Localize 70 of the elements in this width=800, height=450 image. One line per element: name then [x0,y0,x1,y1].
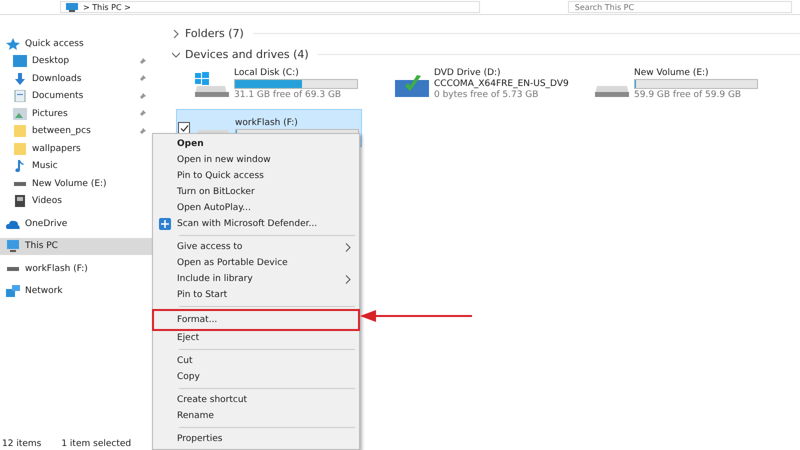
drive-name: DVD Drive (D:) [434,68,502,78]
address-bar[interactable]: > This PC > [60,1,480,13]
menu-item[interactable]: Properties [153,431,359,447]
sidebar-item[interactable]: Documents [0,88,152,105]
sidebar-item[interactable]: Desktop [0,52,152,70]
sidebar-item[interactable]: Videos [0,192,152,210]
menu-item[interactable]: Give access to [153,239,359,255]
drive-icon [14,182,26,186]
menu-item[interactable]: Open AutoPlay... [153,200,359,216]
star-icon [6,38,20,50]
menu-item[interactable]: Format... [153,310,359,330]
item-count: 12 items [2,439,42,449]
disc-label: CCCOMA_X64FRE_EN-US_DV9 [434,79,569,89]
drive-space: 59.9 GB free of 59.9 GB [634,90,742,100]
menu-item[interactable]: Rename [153,408,359,424]
sidebar-item[interactable]: Downloads [0,70,152,88]
pin-icon[interactable] [138,58,146,66]
chevron-right-icon[interactable] [172,30,180,38]
video-icon [13,195,27,208]
group-header[interactable]: Folders (7) [185,27,244,40]
drive-tile[interactable]: New Volume (E:) 59.9 GB free of 59.9 GB [576,65,760,103]
pc-icon [6,240,20,252]
pin-icon[interactable] [138,110,146,118]
sidebar-item[interactable]: workFlash (F:) [0,260,152,278]
checkbox[interactable] [178,122,190,134]
sidebar-item[interactable]: New Volume (E:) [0,175,152,192]
drive-space: 0 bytes free of 5.73 GB [434,90,540,100]
group-header[interactable]: Devices and drives (4) [185,48,309,61]
drive-tile[interactable]: DVD Drive (D:) CCCOMA_X64FRE_EN-US_DV9 0 bytes free of 5.73 GB [376,65,571,103]
pc-icon [65,2,79,12]
menu-item[interactable]: Eject [153,330,359,346]
menu-item[interactable]: Open in new window [153,152,359,168]
drive-icon [7,266,19,271]
chevron-down-icon[interactable] [172,50,180,58]
drive-icon [595,86,629,97]
sidebar-item[interactable]: Music [0,158,152,175]
menu-item[interactable]: Scan with Microsoft Defender... [153,216,359,232]
menu-item[interactable]: Include in library [153,271,359,287]
sidebar-item[interactable]: wallpapers [0,140,152,158]
breadcrumb[interactable]: > This PC > [83,2,131,12]
menu-item[interactable]: Cut [153,353,359,369]
disc-drive-icon [395,75,429,97]
pictures-icon [13,108,27,120]
pin-icon[interactable] [138,92,146,100]
download-icon [13,72,27,85]
menu-item[interactable]: Pin to Start [153,287,359,303]
menu-item[interactable]: Open as Portable Device [153,255,359,271]
sidebar-item[interactable]: Network [0,282,152,300]
selection-count: 1 item selected [61,439,132,449]
menu-item[interactable]: Turn on BitLocker [153,184,359,200]
search-field[interactable]: Search This PC [568,1,792,13]
sidebar-item[interactable]: This PC [0,238,152,255]
sidebar-item[interactable]: Pictures [0,105,152,122]
menu-item[interactable]: Pin to Quick access [153,168,359,184]
menu-item[interactable]: Copy [153,369,359,385]
pin-icon[interactable] [138,128,146,136]
network-icon [6,285,20,298]
sidebar-item[interactable]: OneDrive [0,215,152,232]
drive-name: New Volume (E:) [634,68,710,78]
music-icon [13,160,27,172]
drive-tile[interactable]: Local Disk (C:) 31.1 GB free of 69.3 GB [176,65,360,103]
sidebar-item[interactable]: Quick access [0,35,152,52]
windows-drive-icon [195,72,229,97]
pin-icon[interactable] [138,75,146,83]
menu-item[interactable]: Create shortcut [153,392,359,408]
sidebar-item[interactable]: between_pcs [0,122,152,140]
drive-name: Local Disk (C:) [234,68,300,78]
drive-name: workFlash (F:) [235,118,299,128]
drive-space: 31.1 GB free of 69.3 GB [234,90,342,100]
document-icon [13,90,27,102]
